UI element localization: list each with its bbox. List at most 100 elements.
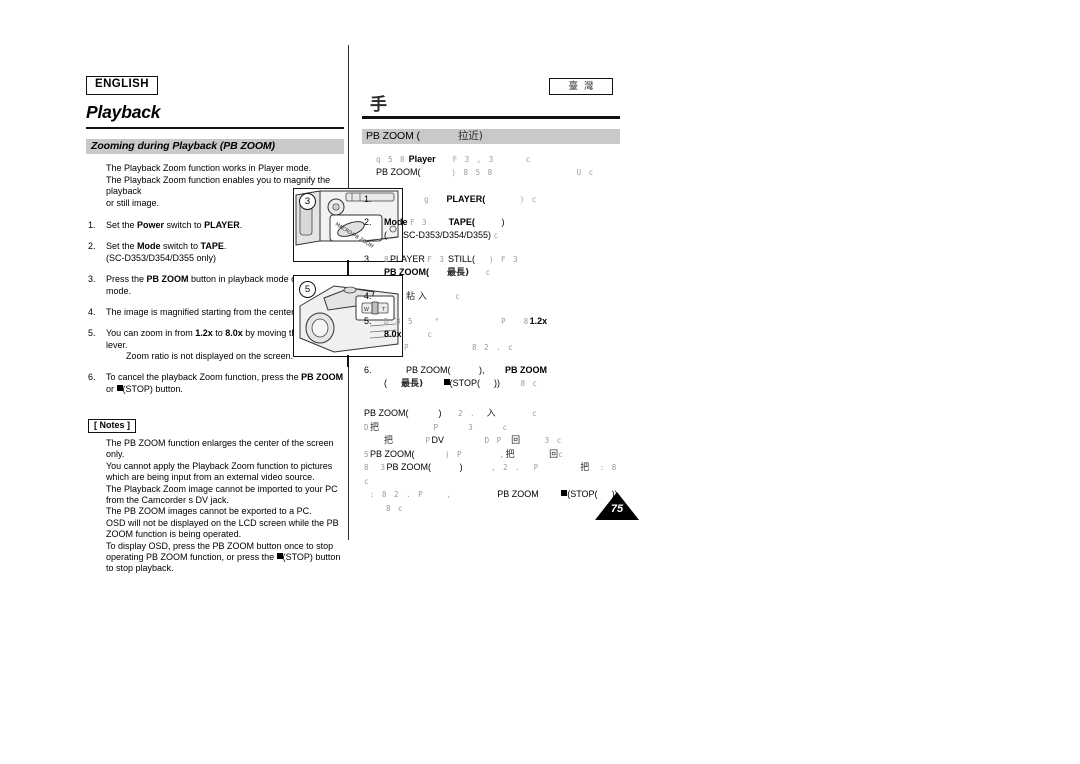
step-item-cn: 1. g PLAYER( ) c <box>362 193 620 206</box>
zoom-max-value: 8.0x <box>384 328 402 339</box>
step-keyword: Mode <box>384 217 408 227</box>
section-title-a: PB ZOOM ( <box>366 129 420 142</box>
step-keyword: PB ZOOM <box>146 274 189 285</box>
steps-list-cn: 1. g PLAYER( ) c 2. Mode F 3 TAPE( ) (SC… <box>362 193 620 392</box>
ghost-glyphs: 3 <box>468 422 475 432</box>
step-keyword: PLAYER <box>390 253 425 264</box>
note-keyword: PB ZOOM( <box>364 408 409 418</box>
intro-keyword: Player <box>408 153 436 164</box>
ghost-glyphs: q 5 8 <box>376 154 407 164</box>
sub-paren: ( <box>384 378 387 388</box>
step-paren: ), <box>479 365 485 375</box>
ghost-glyphs: , 2 . <box>491 463 522 472</box>
stop-label-close: )) <box>493 378 500 388</box>
step-keyword: PB ZOOM( <box>406 365 451 375</box>
note-line-cn: 8 c <box>364 502 620 516</box>
note-item: You cannot apply the Playback Zoom funct… <box>106 460 333 483</box>
ghost-glyphs: c <box>427 329 434 339</box>
ghost-glyphs: ) F 3 <box>488 254 520 264</box>
step-number: 4. <box>88 306 96 317</box>
ghost-glyphs: ) c <box>519 194 538 204</box>
ghost-glyphs: c <box>493 231 500 240</box>
language-badge: ENGLISH <box>86 76 158 95</box>
step-paren: ) <box>501 217 505 227</box>
step-number: 3. <box>364 253 372 264</box>
intro-line-cn: PB ZOOM( ) 8 5 8 U c <box>376 166 620 179</box>
stop-label: (STOP( <box>449 378 480 388</box>
step-subtext-cn: (SC-D353/D354/D355) c <box>384 229 620 242</box>
stop-square-icon <box>561 490 568 496</box>
stop-square-icon <box>443 379 450 385</box>
ghost-glyphs: ) 8 5 8 <box>451 167 494 177</box>
ghost-glyphs: c <box>525 154 532 164</box>
illustration-connector-line-2 <box>347 355 349 367</box>
title-underline <box>86 126 344 129</box>
step-keyword: STILL( <box>447 253 475 264</box>
intro-line: The Playback Zoom function works in Play… <box>106 163 312 173</box>
ghost-glyphs: ) P <box>445 449 464 459</box>
step-text: Press the PB ZOOM button in playback mod… <box>106 274 325 296</box>
intro-line-cn: q 5 8 Player F 3 , 3 c <box>376 153 620 166</box>
step-text: Set the Mode switch to TAPE. <box>106 241 227 252</box>
step-text: Set the Power switch to PLAYER. <box>106 220 243 231</box>
ghost-glyphs: c <box>485 267 492 277</box>
ghost-glyphs: 8 c <box>520 379 539 388</box>
title-underline-cn <box>362 116 620 119</box>
step-number: 2. <box>364 217 372 227</box>
page-number: 75 <box>610 503 624 515</box>
note-cjk: 把 <box>384 436 394 446</box>
step-number: 3. <box>88 274 96 285</box>
step-number: 1. <box>364 193 372 204</box>
step-item: 6. To cancel the playback Zoom function,… <box>86 372 344 395</box>
step-subtext-cn: P 8 2 . c <box>384 341 620 354</box>
step-item-cn: 3. 8PLAYER F 3 STILL() F 3 PB ZOOM(最長) c <box>362 253 620 280</box>
step-item-cn: 5. D 8 5 ° P 81.2x 8.0x c P8 2 . c <box>362 315 620 354</box>
page-title: Playback <box>86 101 161 122</box>
step-number: 5. <box>88 327 96 338</box>
callout-badge-3: 3 <box>299 193 316 210</box>
ghost-glyphs: D 8 5 <box>384 316 415 326</box>
note-line-cn: : 8 2 . P , PB ZOOM (STOP()) <box>364 488 620 502</box>
step-number: 1. <box>88 220 96 231</box>
step-cjk: 最長) <box>401 379 424 389</box>
step-keyword: Mode <box>137 241 161 252</box>
ghost-glyphs: c <box>532 409 539 418</box>
step-subtext-cn: ( 最長) (STOP()) 8 c <box>384 377 620 391</box>
section-header: Zooming during Playback (PB ZOOM) <box>86 139 344 154</box>
right-column: 手 PB ZOOM (拉近) q 5 8 Player F 3 , 3 c PB… <box>362 74 620 515</box>
page-number-badge: 75 <box>595 492 639 522</box>
step-keyword: PB ZOOM <box>505 365 548 375</box>
note-item: To display OSD, press the PB ZOOM button… <box>106 541 344 575</box>
note-cjk: 入 <box>486 409 496 419</box>
ghost-glyphs: 3 c <box>544 436 563 445</box>
step-keyword: TAPE <box>200 241 224 252</box>
ghost-glyphs: P <box>501 316 508 326</box>
step-subtext-cn: 8.0x c <box>384 328 620 341</box>
ghost-glyphs: c <box>558 449 565 459</box>
stop-square-icon <box>116 384 123 391</box>
illustration-connector-line <box>347 260 349 275</box>
ghost-glyphs: U c <box>576 167 595 177</box>
step-keyword: Power <box>137 220 165 231</box>
ghost-glyphs: 8 2 . c <box>472 342 515 352</box>
ghost-glyphs: F 3 <box>427 254 446 264</box>
note-cjk: 回 <box>549 449 559 460</box>
note-item: OSD will not be displayed on the LCD scr… <box>106 517 339 540</box>
step-keyword: PLAYER <box>204 220 240 231</box>
ghost-glyphs: F 3 <box>410 218 429 227</box>
section-header-cn: PB ZOOM (拉近) <box>362 128 620 144</box>
notes-heading: [ Notes ] <box>88 418 136 433</box>
note-item: The Playback Zoom image cannot be import… <box>106 483 338 505</box>
ghost-glyphs: : 8 2 . P <box>370 490 425 499</box>
step-item-cn: 2. Mode F 3 TAPE( ) (SC-D353/D354/D355) … <box>362 216 620 242</box>
sub-paren: ( <box>384 230 387 240</box>
ghost-glyphs: P <box>533 463 540 472</box>
step-number: 5. <box>364 315 372 326</box>
step-number: 2. <box>88 241 96 252</box>
ghost-glyphs: P <box>404 342 411 352</box>
notes-list: The PB ZOOM function enlarges the center… <box>86 438 344 575</box>
step-subtext-cn: PB ZOOM(最長) c <box>384 266 620 280</box>
note-paren: ) <box>438 408 442 418</box>
intro-paragraph-cn: q 5 8 Player F 3 , 3 c PB ZOOM( ) 8 5 8 … <box>376 153 620 179</box>
zoom-max-value: 8.0x <box>225 327 243 338</box>
